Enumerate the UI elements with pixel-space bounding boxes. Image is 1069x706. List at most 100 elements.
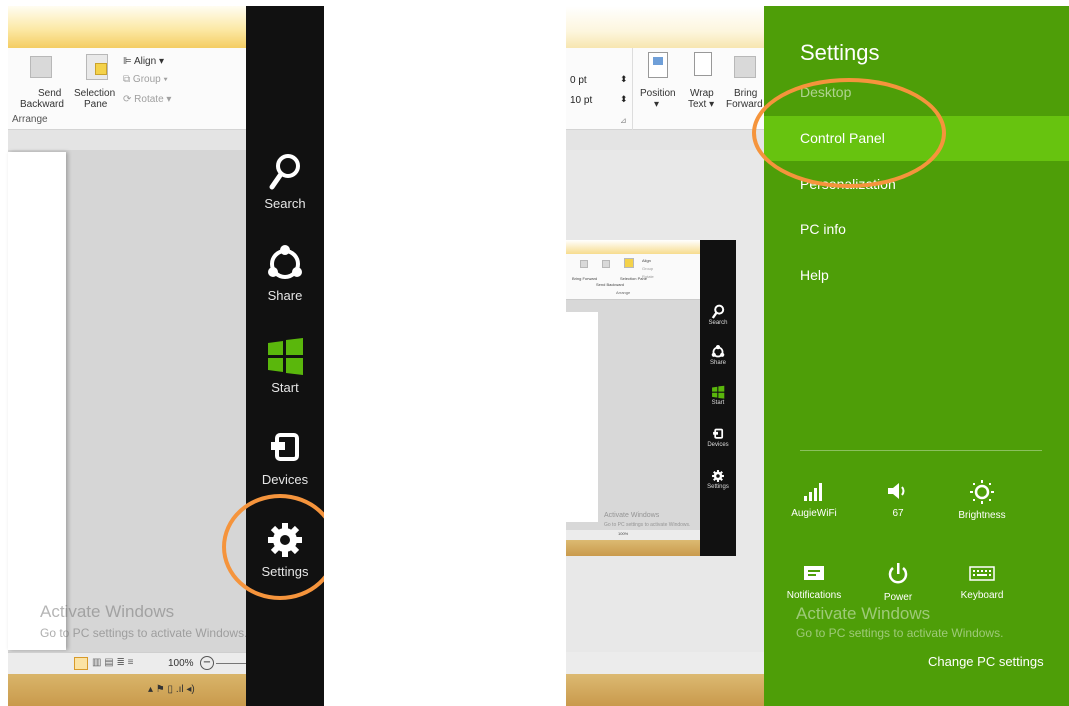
bring-forward-label[interactable]: Bring: [734, 88, 757, 99]
zoom-out-icon[interactable]: −: [200, 656, 214, 670]
thumbnail-settings-label: Settings: [707, 484, 729, 490]
right-screenshot: 0 pt ⬍ 10 pt ⬍ Position ▾ Wrap Text ▾ Br…: [566, 0, 1069, 706]
settings-title: Settings: [800, 40, 880, 65]
zoom-slider[interactable]: [216, 663, 248, 664]
position-dropdown[interactable]: ▾: [654, 99, 659, 110]
spacing-after-field[interactable]: 10 pt: [568, 94, 624, 110]
wrap-text-icon: [694, 52, 712, 76]
thumbnail-selection-label: Selection: [620, 276, 637, 281]
ribbon: 0 pt ⬍ 10 pt ⬍ Position ▾ Wrap Text ▾ Br…: [566, 48, 764, 130]
power-icon: [888, 563, 908, 584]
document-page[interactable]: [8, 152, 66, 650]
thumbnail-charm-share: Share: [700, 344, 736, 366]
charm-start[interactable]: Start: [246, 336, 324, 395]
quick-network[interactable]: AugieWiFi: [774, 480, 854, 519]
thumbnail-charm-start: Start: [700, 384, 736, 406]
wifi-signal-icon: [804, 483, 822, 501]
status-bar: [566, 652, 764, 674]
selection-pane-label[interactable]: Selection: [74, 88, 115, 99]
print-layout-view-icon[interactable]: [74, 657, 88, 670]
group-button[interactable]: ⧉ Group ▾: [123, 74, 168, 85]
devices-icon: [713, 428, 724, 439]
group-label: Group: [132, 74, 161, 85]
wrap-text-label-2[interactable]: Text ▾: [688, 99, 714, 110]
bring-forward-label-2[interactable]: Forward: [726, 99, 763, 110]
spacing-after-value: 10 pt: [570, 95, 593, 106]
windows-logo-icon: [712, 385, 725, 399]
zoom-level: 100%: [168, 658, 194, 669]
thumbnail-charm-devices: Devices: [700, 426, 736, 448]
thumbnail-devices-label: Devices: [707, 442, 729, 448]
quick-brightness-label: Brightness: [958, 510, 1006, 521]
charm-devices-label: Devices: [261, 472, 309, 487]
quick-volume[interactable]: 67: [858, 480, 938, 519]
send-backward-label-2[interactable]: Backward: [20, 99, 64, 110]
thumbnail-send-label-2: Backward: [606, 282, 625, 287]
activate-windows-subtitle: Go to PC settings to activate Windows.: [40, 626, 248, 640]
bring-forward-icon: [734, 56, 756, 78]
search-icon: [711, 304, 725, 319]
control-panel-highlight-circle: [752, 78, 946, 188]
change-pc-settings-link[interactable]: Change PC settings: [928, 654, 1044, 669]
settings-item-help[interactable]: Help: [764, 253, 1069, 298]
thumbnail-group: Group: [642, 266, 654, 271]
thumbnail-align: Align: [642, 258, 651, 263]
left-screenshot: Send Backward Selection Pane ⊫ Align ▾ ⧉…: [0, 0, 324, 706]
ruler-strip: [8, 130, 248, 150]
activate-windows-title: Activate Windows: [40, 602, 175, 621]
quick-keyboard-label: Keyboard: [960, 590, 1004, 601]
charms-bar: Search Share Start Devices Settings: [246, 6, 324, 706]
quick-notifications[interactable]: Notifications: [774, 562, 854, 601]
thumbnail-taskbar: [566, 540, 700, 556]
arrange-section-label: Arrange: [12, 114, 48, 125]
rotate-button[interactable]: ⟳ Rotate ▾: [123, 94, 171, 105]
notifications-icon: [804, 566, 824, 580]
quick-brightness[interactable]: Brightness: [942, 480, 1022, 521]
dialog-launcher-icon[interactable]: ⊿: [620, 116, 627, 125]
activate-windows-subtitle: Go to PC settings to activate Windows.: [796, 626, 1004, 640]
thumbnail-send-backward-icon: [602, 260, 610, 268]
windows-logo-icon: [268, 338, 303, 375]
thumbnail-selection-pane-icon: [624, 258, 634, 268]
view-icons[interactable]: ▥ ▤ ≣ ≡: [92, 657, 133, 668]
charm-share-label: Share: [267, 288, 303, 303]
thumbnail-watermark-title: Activate Windows: [604, 512, 660, 519]
thumbnail-arrange: Arrange: [616, 290, 631, 295]
ruler-strip: [566, 130, 764, 150]
status-bar: ▥ ▤ ≣ ≡ 100% −: [8, 652, 248, 674]
spinner-arrows-icon[interactable]: ⬍: [620, 94, 628, 105]
title-bar: [566, 6, 764, 48]
thumbnail-charms-bar: Search Share Start Devices Settings: [700, 240, 736, 556]
position-label[interactable]: Position: [640, 88, 676, 99]
send-backward-label: Send: [38, 88, 62, 99]
selection-pane-icon: [86, 54, 108, 80]
thumbnail-start-label: Start: [711, 400, 725, 406]
quick-keyboard[interactable]: Keyboard: [942, 562, 1022, 601]
thumbnail-status-bar: 100%: [566, 530, 700, 540]
thumbnail-send-label: Send: [596, 282, 606, 287]
thumbnail-share-label: Share: [709, 360, 726, 366]
thumbnail-bring-label-2: Forward: [582, 276, 598, 281]
spacing-before-value: 0 pt: [570, 75, 587, 86]
spacing-before-field[interactable]: 0 pt: [568, 74, 624, 90]
align-button[interactable]: ⊫ Align ▾: [123, 56, 164, 67]
settings-item-pc-info[interactable]: PC info: [764, 207, 1069, 252]
tray-icons[interactable]: ▴ ⚑ ▯ .ıl ◂): [148, 684, 195, 695]
thumbnail-charm-settings: Settings: [700, 468, 736, 490]
charm-share[interactable]: Share: [246, 244, 324, 303]
search-icon: [269, 154, 300, 190]
group-divider: [632, 48, 633, 130]
thumbnail-send-backward: Send Backward: [596, 282, 624, 287]
rotate-label: Rotate: [134, 94, 164, 105]
spinner-arrows-icon[interactable]: ⬍: [620, 74, 628, 85]
quick-network-label: AugieWiFi: [791, 508, 837, 519]
wrap-text-label[interactable]: Wrap: [690, 88, 714, 99]
share-icon: [711, 345, 725, 358]
quick-power-label: Power: [883, 592, 913, 603]
charm-search[interactable]: Search: [246, 152, 324, 211]
charm-devices[interactable]: Devices: [246, 428, 324, 487]
thumbnail-page: [566, 312, 598, 522]
selection-pane-label-2[interactable]: Pane: [84, 99, 107, 110]
quick-power[interactable]: Power: [858, 562, 938, 603]
quick-notifications-label: Notifications: [786, 590, 842, 601]
